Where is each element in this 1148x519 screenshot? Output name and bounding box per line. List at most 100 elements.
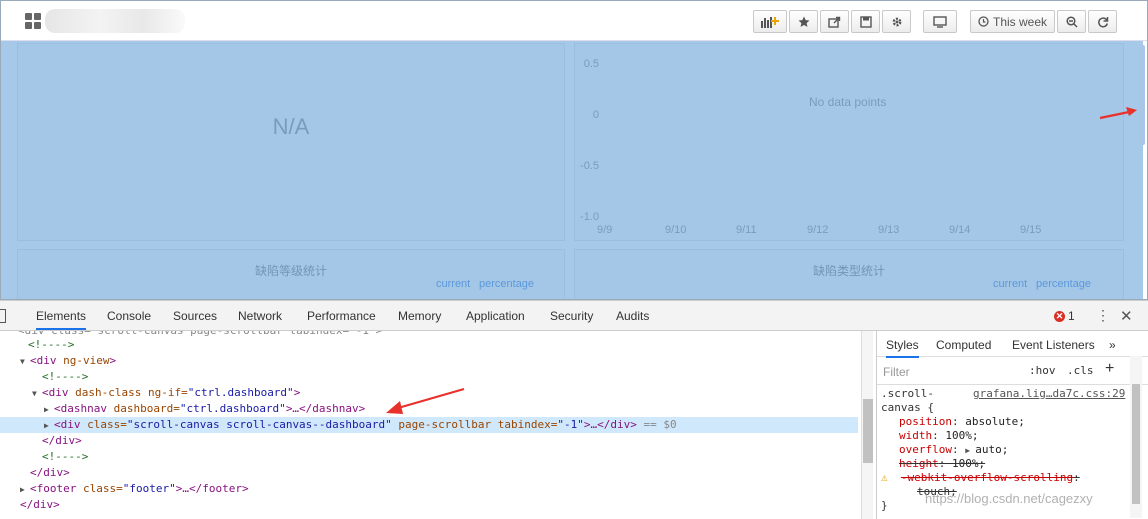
scroll-thumb[interactable] — [863, 399, 873, 463]
kebab-menu-icon[interactable]: ⋮ — [1096, 308, 1110, 322]
console-ref: == $0 — [636, 418, 677, 431]
zoom-out-button[interactable] — [1057, 10, 1086, 33]
scroll-thumb[interactable] — [1132, 384, 1140, 504]
expand-triangle-icon[interactable]: ▶ — [965, 444, 975, 458]
legend-current[interactable]: current — [993, 278, 1027, 290]
star-icon — [798, 16, 809, 27]
expand-triangle-icon[interactable]: ▶ — [44, 418, 54, 434]
dom-node[interactable]: ▼ <div ng-view> — [20, 353, 858, 369]
elements-tree: <div class="scroll-canvas page-scrollbar… — [0, 331, 858, 519]
collapse-triangle-icon[interactable]: ▼ — [20, 354, 30, 370]
dom-node[interactable]: </div> — [20, 497, 858, 513]
css-source-link[interactable]: grafana.lig…da7c.css:29 — [973, 387, 1125, 401]
css-declaration[interactable]: width: 100%; — [877, 429, 1137, 443]
css-prop: width — [899, 429, 933, 442]
elements-scrollbar[interactable] — [861, 331, 873, 519]
expand-triangle-icon[interactable]: ▶ — [44, 402, 54, 418]
collapse-triangle-icon[interactable]: ▼ — [32, 386, 42, 402]
dashboard-canvas: N/A 0.5 0 -0.5 -1.0 No data points 9/9 9… — [1, 41, 1147, 299]
settings-button[interactable] — [882, 10, 911, 33]
tab-security[interactable]: Security — [550, 309, 593, 323]
panel-title: 缺陷等级统计 — [254, 264, 327, 278]
dom-node[interactable]: <!----> — [28, 337, 858, 353]
tab-computed[interactable]: Computed — [936, 338, 991, 352]
x-tick: 9/12 — [807, 224, 829, 236]
grafana-app: This week N/A 0.5 0 -0.5 -1.0 No data po… — [0, 0, 1148, 300]
annotation-arrow — [386, 387, 465, 414]
dom-tag-end: > — [293, 386, 301, 399]
tab-elements[interactable]: Elements — [36, 309, 87, 330]
dom-node[interactable]: ▶ <footer class="footer">…</footer> — [20, 481, 858, 497]
grafana-menu-icon[interactable] — [25, 13, 41, 29]
tab-performance[interactable]: Performance — [307, 309, 376, 323]
dom-tag: <footer — [30, 482, 83, 495]
x-tick: 9/14 — [949, 224, 971, 236]
refresh-icon — [1097, 16, 1108, 27]
add-panel-icon — [761, 16, 779, 28]
close-icon[interactable]: ✕ — [1120, 307, 1133, 325]
share-icon — [828, 16, 841, 28]
tab-audits[interactable]: Audits — [616, 309, 649, 323]
tab-memory[interactable]: Memory — [398, 309, 441, 323]
dom-node[interactable]: </div> — [30, 465, 858, 481]
y-tick: 0.5 — [583, 58, 599, 70]
blurred-dashboard-title[interactable] — [45, 9, 185, 33]
clock-icon — [978, 16, 989, 27]
css-prop: -webkit-overflow-scrolling — [900, 471, 1074, 484]
device-toolbar-icon[interactable] — [0, 309, 6, 323]
tab-console[interactable]: Console — [107, 309, 151, 323]
add-panel-button[interactable] — [753, 10, 787, 33]
dom-attr-value: "footer" — [122, 482, 176, 495]
save-button[interactable] — [851, 10, 880, 33]
tab-sources[interactable]: Sources — [173, 309, 217, 323]
dom-attr: dash-class ng-if= — [75, 386, 188, 399]
page-scrollbar[interactable] — [1140, 45, 1145, 145]
filter-input[interactable]: Filter — [883, 365, 910, 379]
more-tabs-icon[interactable]: » — [1109, 338, 1116, 352]
view-mode-button[interactable] — [923, 10, 957, 33]
dom-node[interactable]: <!----> — [42, 449, 858, 465]
dom-attr: page-scrollbar tabindex= — [391, 418, 558, 431]
styles-scrollbar[interactable] — [1130, 356, 1142, 518]
expand-triangle-icon[interactable]: ▶ — [20, 482, 30, 498]
css-declaration[interactable]: height: 100%; — [877, 457, 1137, 471]
defect-type-panel[interactable]: 缺陷类型统计 current percentage — [574, 249, 1124, 299]
devtools-tabbar: Elements Console Sources Network Perform… — [0, 301, 1148, 331]
new-rule-button[interactable]: + — [1105, 360, 1114, 378]
tab-network[interactable]: Network — [238, 309, 282, 323]
tab-application[interactable]: Application — [466, 309, 525, 323]
refresh-button[interactable] — [1088, 10, 1117, 33]
styles-filter-bar: Filter :hov .cls + — [877, 357, 1148, 385]
error-counter[interactable]: ✕ 1 — [1054, 309, 1075, 323]
tab-event-listeners[interactable]: Event Listeners — [1012, 338, 1095, 352]
graph-panel[interactable]: 0.5 0 -0.5 -1.0 No data points 9/9 9/10 … — [574, 43, 1124, 241]
error-count: 1 — [1068, 309, 1075, 323]
dom-node[interactable]: </div> — [42, 433, 858, 449]
star-button[interactable] — [789, 10, 818, 33]
cls-toggle[interactable]: .cls — [1067, 364, 1094, 377]
singlestat-panel[interactable]: N/A — [17, 43, 565, 241]
css-declaration[interactable]: overflow: ▶ auto; — [877, 443, 1137, 457]
legend-percentage[interactable]: percentage — [479, 278, 534, 290]
selected-dom-node[interactable]: ▶ <div class="scroll-canvas scroll-canvas… — [0, 417, 858, 433]
css-declaration[interactable]: position: absolute; — [877, 415, 1137, 429]
defect-level-panel[interactable]: 缺陷等级统计 current percentage — [17, 249, 565, 299]
time-range-label: This week — [992, 14, 1048, 29]
legend-percentage[interactable]: percentage — [1036, 278, 1091, 290]
x-tick: 9/13 — [878, 224, 900, 236]
dom-comment: <!----> — [28, 338, 75, 351]
warning-icon: ⚠ — [881, 471, 888, 484]
css-declaration[interactable]: ⚠ -webkit-overflow-scrolling: — [877, 471, 1137, 485]
legend-current[interactable]: current — [436, 278, 470, 290]
css-prop: overflow — [899, 443, 952, 456]
hov-toggle[interactable]: :hov — [1029, 364, 1056, 377]
tab-styles[interactable]: Styles — [886, 338, 919, 358]
css-value: 100%; — [945, 429, 979, 442]
time-picker-button[interactable]: This week — [970, 10, 1055, 33]
dom-attr: class= — [82, 482, 123, 495]
share-button[interactable] — [820, 10, 849, 33]
dom-node[interactable]: <!----> — [42, 369, 858, 385]
x-tick: 9/15 — [1020, 224, 1042, 236]
styles-tabbar: Styles Computed Event Listeners » — [877, 331, 1148, 358]
dom-attr-value: "ctrl.dashboard" — [187, 386, 294, 399]
